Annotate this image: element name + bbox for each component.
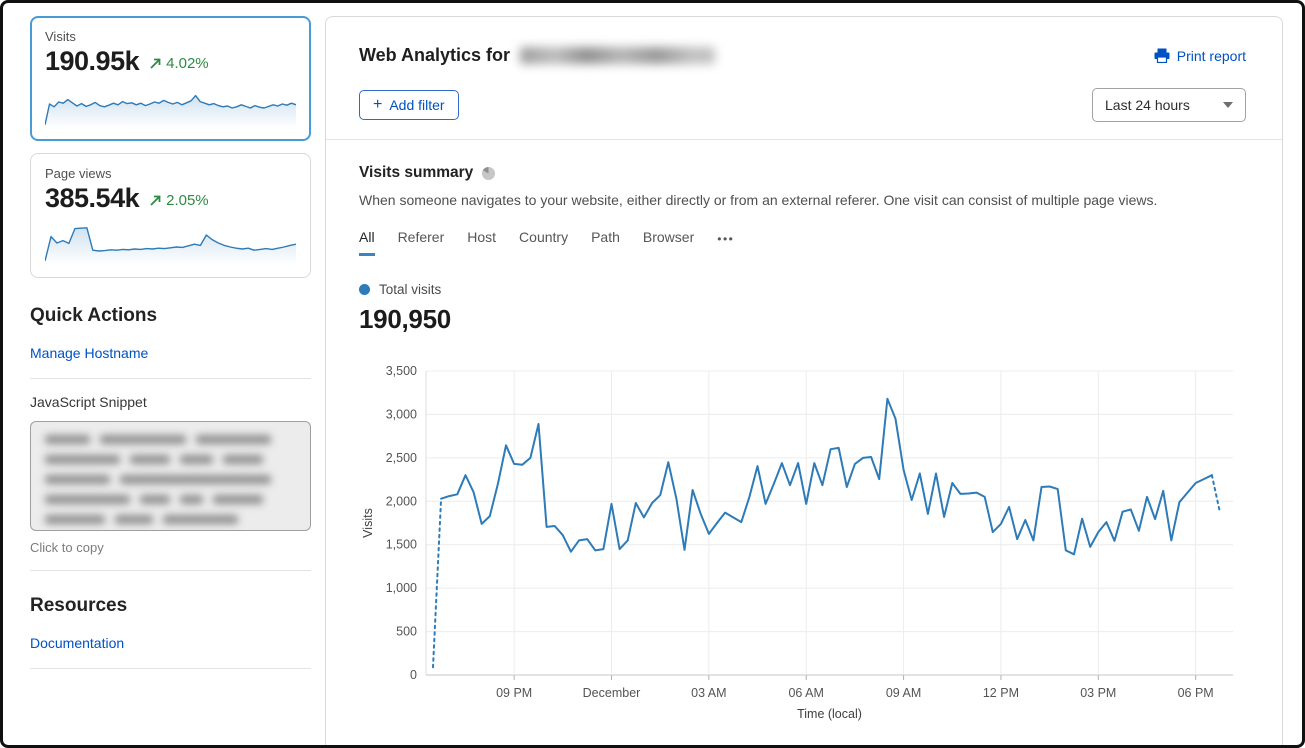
tab-host[interactable]: Host [467, 229, 496, 256]
svg-text:3,500: 3,500 [386, 364, 417, 378]
pageviews-card-value: 385.54k [45, 183, 139, 214]
tab-browser[interactable]: Browser [643, 229, 694, 256]
tab-referer[interactable]: Referer [398, 229, 445, 256]
total-visits-value: 190,950 [359, 304, 1246, 335]
svg-text:3,000: 3,000 [386, 407, 417, 421]
svg-text:Time (local): Time (local) [797, 707, 862, 721]
visits-card-delta: 4.02% [149, 55, 209, 72]
tab-path[interactable]: Path [591, 229, 620, 256]
visits-summary-title: Visits summary [359, 164, 473, 182]
visits-chart[interactable]: 0 500 1,000 1,500 2,000 2,500 3,000 3,500 09 PM D… [359, 357, 1246, 725]
svg-text:2,000: 2,000 [386, 494, 417, 508]
printer-icon [1154, 48, 1170, 63]
svg-text:09 PM: 09 PM [496, 686, 532, 700]
trend-up-icon [149, 194, 162, 207]
more-tabs-button[interactable]: ••• [717, 232, 734, 256]
divider [30, 378, 311, 379]
svg-text:Visits: Visits [361, 508, 375, 538]
javascript-snippet-box[interactable] [30, 421, 311, 531]
chevron-down-icon [1223, 102, 1233, 108]
svg-text:2,500: 2,500 [386, 451, 417, 465]
resources-title: Resources [30, 595, 311, 617]
svg-text:06 PM: 06 PM [1178, 686, 1214, 700]
pageviews-metric-card[interactable]: Page views 385.54k 2.05% [30, 153, 311, 278]
sidebar: Visits 190.95k 4.02% Page views 385.54k [3, 3, 325, 745]
svg-text:03 PM: 03 PM [1080, 686, 1116, 700]
help-icon[interactable] [481, 166, 496, 181]
pageviews-card-delta: 2.05% [149, 192, 209, 209]
site-domain-redacted [520, 47, 715, 64]
summary-tabs: All Referer Host Country Path Browser ••… [359, 229, 1246, 256]
legend-dot-icon [359, 284, 370, 295]
tab-country[interactable]: Country [519, 229, 568, 256]
visits-sparkline [45, 80, 296, 128]
add-filter-button[interactable]: + Add filter [359, 90, 459, 120]
svg-text:12 PM: 12 PM [983, 686, 1019, 700]
visits-card-value: 190.95k [45, 46, 139, 77]
svg-text:03 AM: 03 AM [691, 686, 726, 700]
svg-text:09 AM: 09 AM [886, 686, 921, 700]
pageviews-card-label: Page views [45, 166, 296, 181]
divider [30, 668, 311, 669]
documentation-link[interactable]: Documentation [30, 635, 124, 651]
svg-text:06 AM: 06 AM [788, 686, 823, 700]
divider [326, 139, 1282, 140]
svg-text:1,500: 1,500 [386, 538, 417, 552]
total-visits-legend[interactable]: Total visits [359, 282, 1246, 297]
tab-all[interactable]: All [359, 229, 375, 256]
svg-text:0: 0 [410, 668, 417, 682]
plus-icon: + [373, 100, 382, 110]
svg-text:1,000: 1,000 [386, 581, 417, 595]
pageviews-sparkline [45, 217, 296, 265]
visits-chart-container: 0 500 1,000 1,500 2,000 2,500 3,000 3,500 09 PM D… [359, 357, 1246, 725]
svg-text:December: December [583, 686, 641, 700]
print-report-link[interactable]: Print report [1154, 48, 1246, 64]
time-range-select[interactable]: Last 24 hours [1092, 88, 1246, 122]
page-title: Web Analytics for [359, 45, 510, 66]
click-to-copy-hint: Click to copy [30, 540, 311, 555]
visits-summary-description: When someone navigates to your website, … [359, 192, 1246, 208]
svg-text:500: 500 [396, 625, 417, 639]
visits-card-label: Visits [45, 29, 296, 44]
main-panel: Web Analytics for Print report + Add fil… [325, 16, 1283, 745]
app-window: Visits 190.95k 4.02% Page views 385.54k [0, 0, 1305, 748]
quick-actions-title: Quick Actions [30, 305, 311, 327]
visits-metric-card[interactable]: Visits 190.95k 4.02% [30, 16, 311, 141]
javascript-snippet-label: JavaScript Snippet [30, 394, 311, 410]
trend-up-icon [149, 57, 162, 70]
manage-hostname-link[interactable]: Manage Hostname [30, 345, 148, 361]
divider [30, 570, 311, 571]
